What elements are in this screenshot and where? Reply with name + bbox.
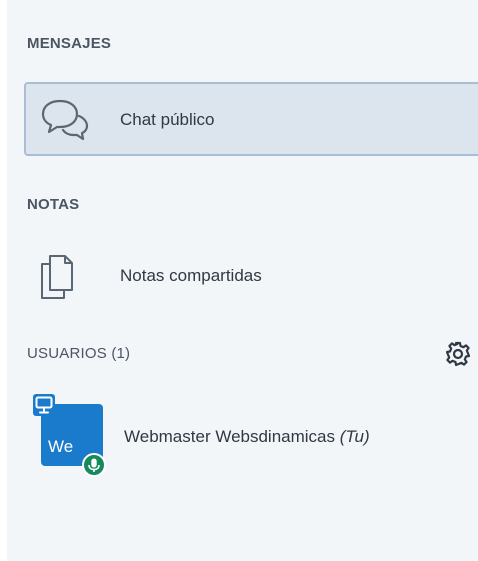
presenter-icon [33, 394, 55, 416]
user-name: Webmaster Websdinamicas (Tu) [124, 427, 370, 447]
messages-section-title: MENSAJES [27, 35, 112, 52]
microphone-icon [82, 453, 106, 477]
shared-notes-item[interactable]: Notas compartidas [24, 240, 464, 310]
avatar-initials: We [48, 437, 74, 456]
notes-section-title: NOTAS [27, 196, 80, 213]
users-section-title: USUARIOS (1) [27, 345, 131, 362]
public-chat-item[interactable]: Chat público [24, 82, 478, 156]
chat-bubbles-icon [40, 98, 90, 147]
user-you-label: (Tu) [339, 427, 370, 446]
user-name-text: Webmaster Websdinamicas [124, 427, 336, 446]
public-chat-label: Chat público [120, 110, 215, 129]
documents-icon [40, 254, 74, 305]
gear-icon[interactable] [445, 341, 471, 372]
user-list-item[interactable]: We Webmaster Websdinamicas (Tu) [24, 392, 478, 482]
shared-notes-label: Notas compartidas [120, 266, 262, 285]
